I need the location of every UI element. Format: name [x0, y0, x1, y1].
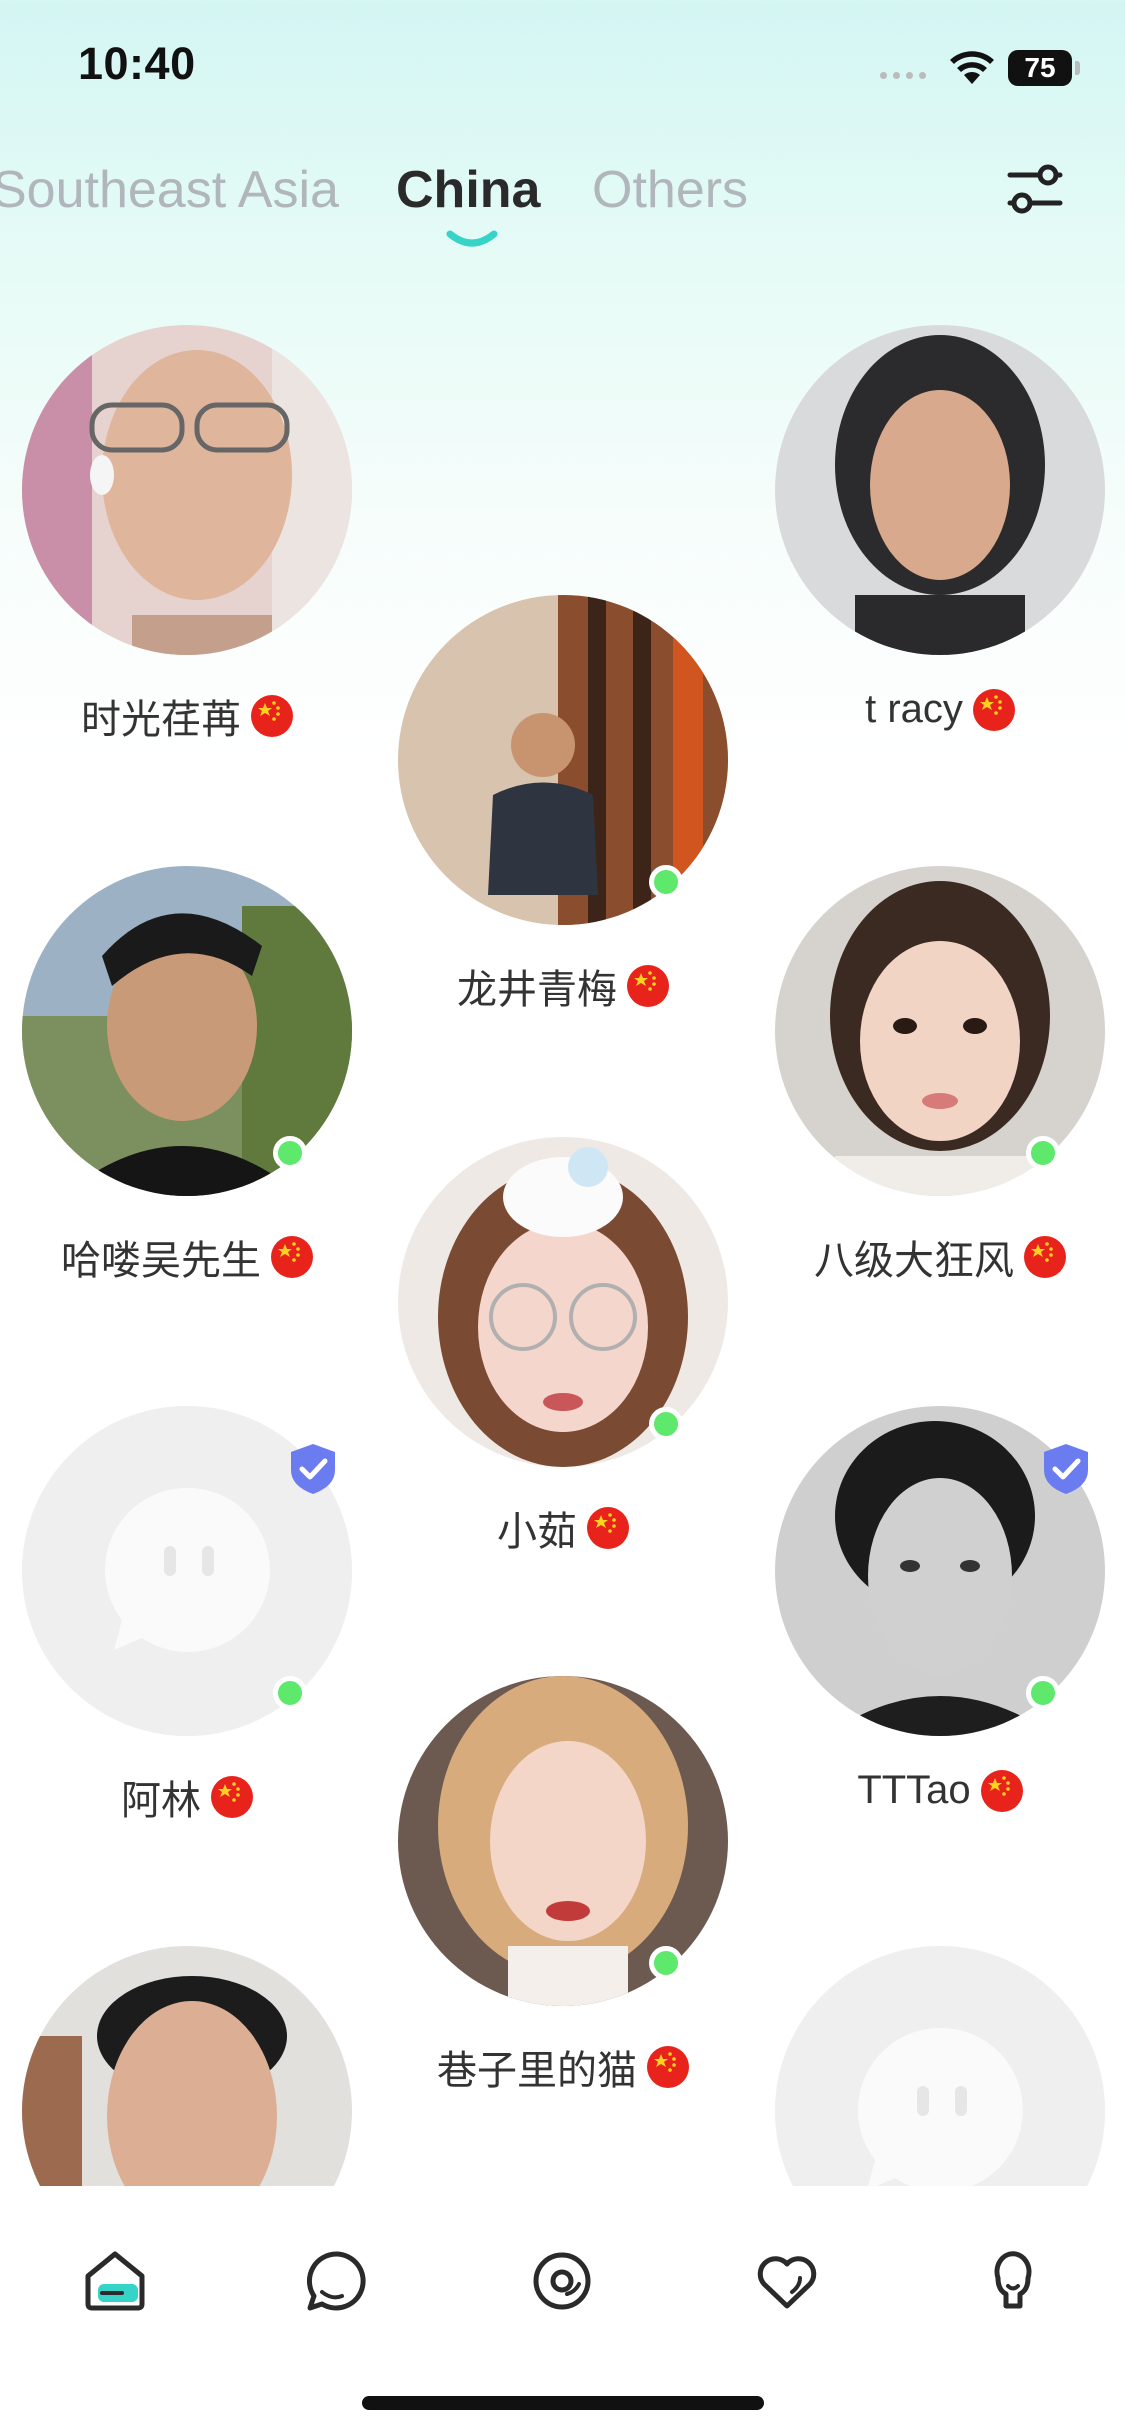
avatar [775, 325, 1105, 655]
profile-name-row: 时光荏苒 [0, 687, 392, 745]
status-bar: 10:40 75 [0, 0, 1125, 140]
profile-name-row: 小茹 [358, 1499, 768, 1557]
battery-tip [1075, 61, 1080, 75]
profile-card[interactable] [775, 1946, 1105, 2186]
profile-name: 时光荏苒 [81, 698, 241, 742]
discover-icon[interactable] [527, 2246, 597, 2316]
china-flag-icon [627, 965, 669, 1007]
profile-name: TTTao [857, 1768, 971, 1812]
filter-icon[interactable] [1004, 158, 1066, 220]
profile-name: 小茹 [497, 1510, 577, 1554]
wifi-icon [950, 51, 994, 84]
china-flag-icon [1024, 1236, 1066, 1278]
profile-name-row: 八级大狂风 [735, 1228, 1125, 1286]
avatar [22, 325, 352, 655]
battery-level: 75 [1008, 50, 1072, 86]
online-status-dot [273, 1136, 307, 1170]
china-flag-icon [271, 1236, 313, 1278]
profile-name-row: t racy [735, 687, 1125, 732]
chat-icon[interactable] [302, 2246, 372, 2316]
profile-name-row: 龙井青梅 [358, 957, 768, 1015]
heart-icon[interactable] [752, 2246, 822, 2316]
profile-icon[interactable] [978, 2246, 1048, 2316]
default-avatar [775, 1946, 1105, 2186]
china-flag-icon [980, 1769, 1023, 1812]
verified-badge-icon [291, 1444, 335, 1494]
region-tabs: Southeast Asia China Others [0, 160, 1000, 240]
cellular-signal-icon [880, 72, 926, 79]
verified-badge-icon [1044, 1444, 1088, 1494]
chat-bubble-placeholder-icon [775, 1946, 1105, 2186]
profile-name-row: 阿林 [0, 1768, 392, 1826]
china-flag-icon [972, 688, 1015, 731]
online-status-dot [273, 1676, 307, 1710]
online-status-dot [1026, 1136, 1060, 1170]
profile-name: 哈喽吴先生 [61, 1239, 261, 1283]
online-status-dot [1026, 1676, 1060, 1710]
china-flag-icon [251, 695, 293, 737]
profile-name-row: 哈喽吴先生 [0, 1228, 392, 1286]
home-icon[interactable] [80, 2246, 150, 2316]
profile-name: 阿林 [121, 1779, 201, 1823]
profile-name-row: TTTao [735, 1768, 1125, 1813]
china-flag-icon [211, 1776, 253, 1818]
china-flag-icon [647, 2046, 689, 2088]
profile-name-row: 巷子里的猫 [358, 2038, 768, 2096]
online-status-dot [649, 1946, 683, 1980]
active-tab-indicator [446, 230, 498, 247]
profile-name: 八级大狂风 [814, 1239, 1014, 1283]
profile-card[interactable] [22, 1946, 352, 2186]
tab-china[interactable]: China [396, 160, 540, 220]
online-status-dot [649, 865, 683, 899]
status-time: 10:40 [78, 38, 196, 89]
profile-name: 巷子里的猫 [437, 2049, 637, 2093]
profile-name: t racy [865, 687, 963, 731]
avatar [22, 1946, 352, 2186]
china-flag-icon [587, 1507, 629, 1549]
profile-name: 龙井青梅 [457, 968, 617, 1012]
tab-southeast-asia[interactable]: Southeast Asia [0, 160, 339, 220]
home-indicator [362, 2396, 764, 2410]
tab-others[interactable]: Others [592, 160, 748, 220]
online-status-dot [649, 1407, 683, 1441]
